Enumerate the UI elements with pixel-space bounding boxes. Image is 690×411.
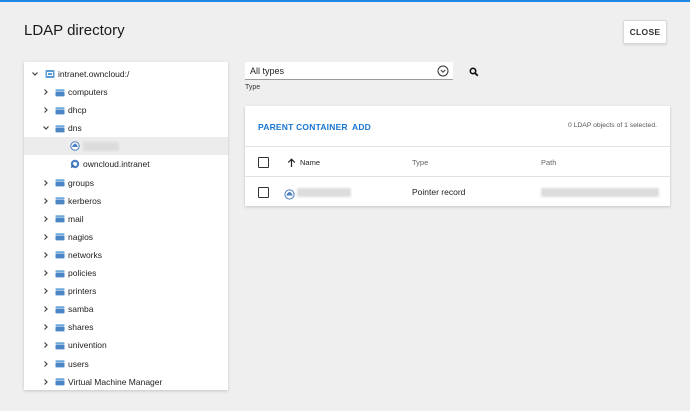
tree-item-label: nagios bbox=[68, 231, 94, 242]
tree-root[interactable]: intranet.owncloud:/ bbox=[24, 65, 228, 83]
redacted-name bbox=[297, 188, 351, 197]
tree-item-label: users bbox=[68, 358, 89, 369]
dns-record-icon bbox=[284, 187, 295, 205]
domain-icon bbox=[45, 69, 55, 79]
tree-item-label: dhcp bbox=[68, 105, 87, 116]
chevron-right-icon[interactable] bbox=[41, 196, 51, 206]
folder-icon bbox=[55, 196, 65, 206]
tree-item[interactable]: univention bbox=[24, 336, 228, 354]
folder-icon bbox=[55, 105, 65, 115]
redacted-path bbox=[541, 188, 659, 197]
dns-zone-icon bbox=[70, 159, 80, 169]
folder-icon bbox=[55, 322, 65, 332]
tree-item-label: samba bbox=[68, 304, 94, 315]
chevron-right-icon[interactable] bbox=[41, 304, 51, 314]
chevron-right-icon[interactable] bbox=[41, 105, 51, 115]
chevron-right-icon[interactable] bbox=[41, 268, 51, 278]
tree-item-label: univention bbox=[68, 340, 107, 351]
chevron-down-icon[interactable] bbox=[41, 123, 51, 133]
chevron-right-icon[interactable] bbox=[41, 322, 51, 332]
column-header-name[interactable]: Name bbox=[300, 158, 320, 167]
tree-item-label: policies bbox=[68, 268, 97, 278]
tree-item[interactable]: users bbox=[24, 355, 228, 373]
tree-item-label: computers bbox=[68, 87, 108, 97]
tree-item-label: kerberos bbox=[68, 195, 102, 206]
tree-item-label: owncloud.intranet bbox=[83, 159, 150, 170]
dns-record-icon bbox=[70, 141, 80, 151]
chevron-right-icon[interactable] bbox=[41, 377, 51, 387]
tree-item[interactable]: policies bbox=[24, 264, 228, 282]
type-label: Type bbox=[245, 84, 261, 91]
folder-icon bbox=[55, 250, 65, 260]
chevron-right-icon[interactable] bbox=[41, 214, 51, 224]
ldap-tree-panel: intranet.owncloud:/ computers dhcp dns ownc… bbox=[24, 62, 228, 390]
tree-item-label: mail bbox=[68, 213, 84, 224]
top-accent-line bbox=[0, 0, 690, 2]
tree-item[interactable]: samba bbox=[24, 300, 228, 318]
tree-item[interactable]: Virtual Machine Manager bbox=[24, 373, 228, 391]
tree-item[interactable]: computers bbox=[24, 83, 228, 101]
row-type: Pointer record bbox=[412, 187, 466, 197]
tree-item-label: shares bbox=[68, 322, 94, 333]
tree-item[interactable]: nagios bbox=[24, 228, 228, 246]
dialog-title: LDAP directory bbox=[24, 22, 125, 39]
sort-arrow-up-icon[interactable] bbox=[287, 155, 296, 173]
folder-icon bbox=[55, 359, 65, 369]
tree-item-label: printers bbox=[68, 286, 97, 297]
tree-item-label: dns bbox=[68, 123, 82, 134]
search-icon[interactable] bbox=[469, 64, 479, 82]
tree-item[interactable]: networks bbox=[24, 246, 228, 264]
divider bbox=[245, 176, 670, 177]
folder-icon bbox=[55, 214, 65, 224]
type-select[interactable]: All types bbox=[245, 62, 453, 80]
column-header-type[interactable]: Type bbox=[412, 158, 428, 167]
tree-item-label: groups bbox=[68, 177, 94, 188]
close-button[interactable]: CLOSE bbox=[623, 20, 667, 44]
tree-item[interactable]: dhcp bbox=[24, 101, 228, 119]
folder-icon bbox=[55, 178, 65, 188]
tree-item[interactable]: owncloud.intranet bbox=[24, 155, 228, 173]
folder-icon bbox=[55, 87, 65, 97]
chevron-right-icon[interactable] bbox=[41, 340, 51, 350]
folder-icon bbox=[55, 232, 65, 242]
row-checkbox[interactable] bbox=[258, 187, 269, 198]
chevron-down-circle-icon bbox=[437, 65, 449, 79]
folder-icon bbox=[55, 304, 65, 314]
chevron-down-icon[interactable] bbox=[30, 69, 40, 79]
tree-item[interactable]: kerberos bbox=[24, 192, 228, 210]
chevron-right-icon[interactable] bbox=[41, 87, 51, 97]
selection-count: 0 LDAP objects of 1 selected. bbox=[567, 122, 657, 129]
folder-icon bbox=[55, 286, 65, 296]
tree-item[interactable]: printers bbox=[24, 282, 228, 300]
select-all-checkbox[interactable] bbox=[258, 157, 269, 168]
parent-container-button[interactable]: PARENT CONTAINER bbox=[258, 122, 348, 132]
tree-item[interactable] bbox=[24, 137, 228, 156]
tree-item-label: Virtual Machine Manager bbox=[68, 376, 163, 387]
chevron-right-icon[interactable] bbox=[41, 178, 51, 188]
tree-item[interactable]: dns bbox=[24, 119, 228, 137]
divider bbox=[245, 146, 670, 147]
tree-item[interactable]: shares bbox=[24, 318, 228, 336]
folder-icon bbox=[55, 377, 65, 387]
ldap-objects-panel: PARENT CONTAINER ADD 0 LDAP objects of 1… bbox=[245, 106, 670, 206]
tree-item-label: networks bbox=[68, 249, 103, 260]
tree-item[interactable]: groups bbox=[24, 174, 228, 192]
chevron-right-icon[interactable] bbox=[41, 250, 51, 260]
tree-root-label: intranet.owncloud:/ bbox=[58, 69, 130, 79]
tree-item[interactable]: mail bbox=[24, 210, 228, 228]
chevron-right-icon[interactable] bbox=[41, 359, 51, 369]
add-button[interactable]: ADD bbox=[352, 122, 371, 132]
chevron-right-icon[interactable] bbox=[41, 286, 51, 296]
folder-icon bbox=[55, 268, 65, 278]
folder-icon bbox=[55, 123, 65, 133]
type-select-value: All types bbox=[250, 65, 285, 76]
chevron-right-icon[interactable] bbox=[41, 232, 51, 242]
redacted-label bbox=[83, 141, 119, 151]
column-header-path[interactable]: Path bbox=[541, 158, 556, 167]
folder-icon bbox=[55, 340, 65, 350]
